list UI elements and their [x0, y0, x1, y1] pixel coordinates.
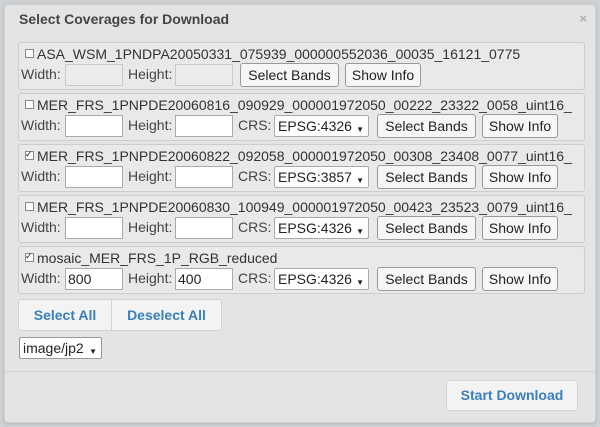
- crs-select[interactable]: EPSG:3857 ▼: [274, 166, 369, 188]
- coverage-checkbox[interactable]: [25, 99, 34, 109]
- footer-divider: [5, 371, 595, 372]
- width-input[interactable]: [65, 268, 123, 290]
- coverage-row: MER_FRS_1PNPDE20060816_090929_0000019720…: [18, 93, 585, 141]
- width-label: Width:: [21, 117, 61, 133]
- height-label: Height:: [128, 270, 173, 286]
- chevron-down-icon: ▼: [356, 125, 364, 134]
- show-info-button[interactable]: Show Info: [482, 114, 558, 138]
- height-input[interactable]: [175, 217, 233, 239]
- height-label: Height:: [128, 66, 173, 82]
- coverage-name: MER_FRS_1PNPDE20060830_100949_0000019720…: [37, 199, 572, 215]
- height-input[interactable]: [175, 268, 233, 290]
- select-bands-button[interactable]: Select Bands: [240, 63, 339, 87]
- coverage-checkbox[interactable]: [25, 252, 34, 262]
- crs-label: CRS:: [238, 117, 272, 133]
- coverage-name: MER_FRS_1PNPDE20060822_092058_0000019720…: [37, 148, 572, 164]
- coverage-name: ASA_WSM_1PNDPA20050331_075939_0000005520…: [37, 46, 521, 62]
- width-label: Width:: [21, 168, 61, 184]
- height-label: Height:: [128, 219, 173, 235]
- select-all-button[interactable]: Select All: [19, 300, 111, 330]
- select-bands-button[interactable]: Select Bands: [377, 165, 476, 189]
- crs-select[interactable]: EPSG:4326 ▼: [274, 115, 369, 137]
- width-input[interactable]: [65, 166, 123, 188]
- width-label: Width:: [21, 66, 61, 82]
- dialog-title: Select Coverages for Download: [19, 11, 230, 27]
- crs-label: CRS:: [238, 168, 272, 184]
- dialog-titlebar: Select Coverages for Download ×: [5, 5, 595, 33]
- width-input[interactable]: [65, 217, 123, 239]
- show-info-button[interactable]: Show Info: [345, 63, 421, 87]
- height-label: Height:: [128, 168, 173, 184]
- coverage-name: mosaic_MER_FRS_1P_RGB_reduced: [37, 250, 278, 266]
- height-input[interactable]: [175, 166, 233, 188]
- show-info-button[interactable]: Show Info: [482, 165, 558, 189]
- deselect-all-button[interactable]: Deselect All: [111, 300, 221, 330]
- start-download-button[interactable]: Start Download: [446, 380, 578, 411]
- coverage-row: ASA_WSM_1PNDPA20050331_075939_0000005520…: [18, 42, 585, 90]
- crs-select[interactable]: EPSG:4326 ▼: [274, 217, 369, 239]
- coverage-checkbox[interactable]: [25, 150, 34, 160]
- crs-label: CRS:: [238, 270, 272, 286]
- coverage-row: MER_FRS_1PNPDE20060822_092058_0000019720…: [18, 144, 585, 192]
- width-label: Width:: [21, 219, 61, 235]
- height-input[interactable]: [175, 115, 233, 137]
- height-label: Height:: [128, 117, 173, 133]
- selection-button-group: Select All Deselect All: [18, 299, 222, 331]
- width-label: Width:: [21, 270, 61, 286]
- chevron-down-icon: ▼: [356, 176, 364, 185]
- show-info-button[interactable]: Show Info: [482, 216, 558, 240]
- select-bands-button[interactable]: Select Bands: [377, 267, 476, 291]
- format-select[interactable]: image/jp2 ▼: [19, 337, 102, 359]
- select-bands-button[interactable]: Select Bands: [377, 114, 476, 138]
- crs-label: CRS:: [238, 219, 272, 235]
- close-icon[interactable]: ×: [579, 11, 587, 26]
- coverage-name: MER_FRS_1PNPDE20060816_090929_0000019720…: [37, 97, 572, 113]
- chevron-down-icon: ▼: [356, 227, 364, 236]
- width-input[interactable]: [65, 115, 123, 137]
- coverage-row: MER_FRS_1PNPDE20060830_100949_0000019720…: [18, 195, 585, 243]
- select-bands-button[interactable]: Select Bands: [377, 216, 476, 240]
- width-input[interactable]: [65, 64, 123, 86]
- crs-select[interactable]: EPSG:4326 ▼: [274, 268, 369, 290]
- download-dialog: Select Coverages for Download × ASA_WSM_…: [4, 4, 596, 423]
- chevron-down-icon: ▼: [89, 347, 97, 356]
- chevron-down-icon: ▼: [356, 278, 364, 287]
- coverage-row: mosaic_MER_FRS_1P_RGB_reduced Width: Hei…: [18, 246, 585, 294]
- coverage-checkbox[interactable]: [25, 201, 34, 211]
- height-input[interactable]: [175, 64, 233, 86]
- coverage-checkbox[interactable]: [25, 48, 34, 58]
- show-info-button[interactable]: Show Info: [482, 267, 558, 291]
